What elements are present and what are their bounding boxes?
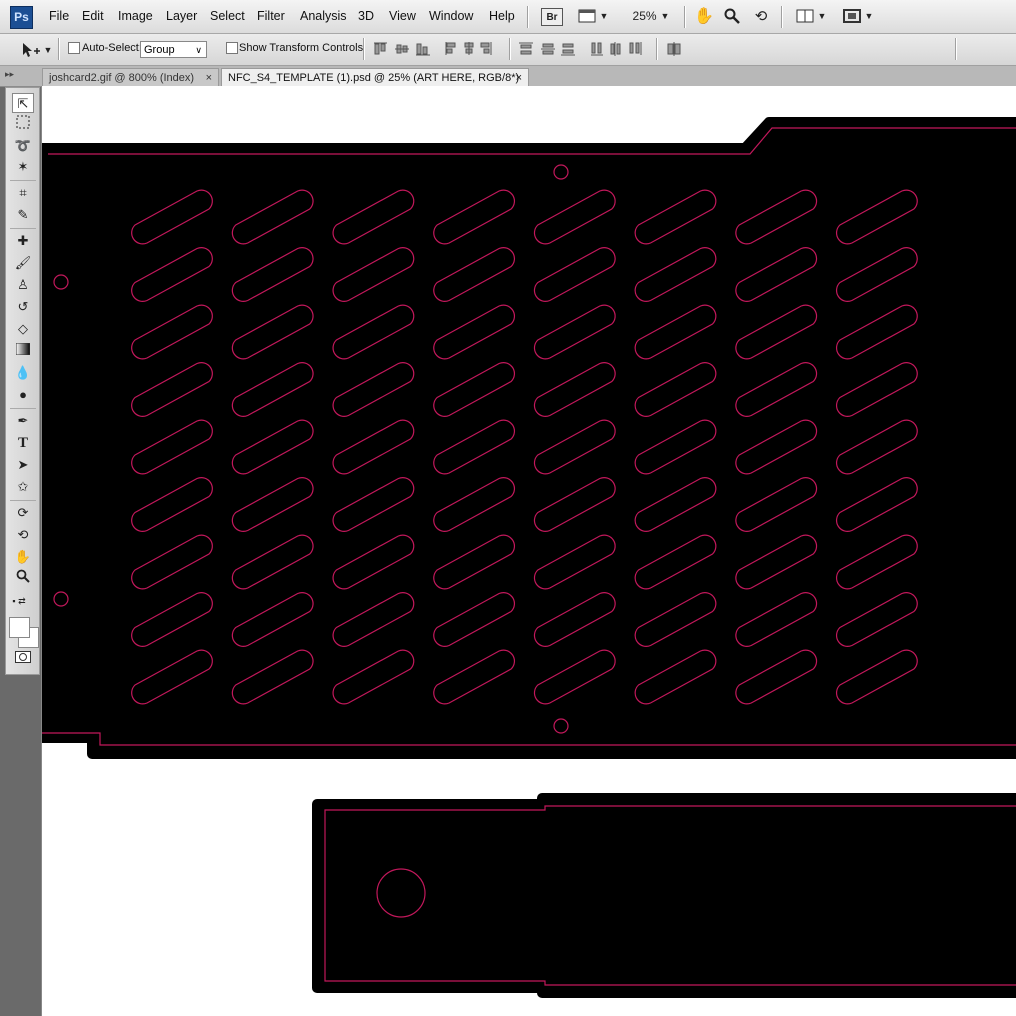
options-bar: ▼ Auto-Select: Group ∨ Show Transform Con… — [0, 34, 1016, 66]
menu-analysis[interactable]: Analysis — [300, 9, 347, 23]
path-selection-tool-icon[interactable]: ➤ — [12, 455, 34, 475]
screen-mode-full-button[interactable]: ▼ — [840, 6, 876, 26]
default-colors-icon[interactable]: ▪ ⇄ — [8, 591, 30, 611]
menu-filter[interactable]: Filter — [257, 9, 285, 23]
eyedropper-tool-icon[interactable]: ✎ — [12, 205, 34, 225]
dodge-tool-icon[interactable]: ● — [12, 385, 34, 405]
crop-tool-icon[interactable]: ⌗ — [12, 183, 34, 203]
brush-tool-icon[interactable]: 🖌 — [12, 253, 34, 273]
menu-3d[interactable]: 3D — [358, 9, 374, 23]
menu-view[interactable]: View — [389, 9, 416, 23]
bridge-button[interactable]: Br — [541, 8, 563, 26]
menu-bar: Ps File Edit Image Layer Select Filter A… — [0, 0, 1016, 34]
auto-align-layers-icon[interactable] — [666, 41, 684, 57]
tab-nfc-s4-template[interactable]: NFC_S4_TEMPLATE (1).psd @ 25% (ART HERE,… — [221, 68, 529, 86]
arrange-documents-icon — [796, 9, 814, 23]
document-tab-bar: joshcard2.gif @ 800% (Index) × NFC_S4_TEM… — [0, 66, 1016, 87]
tab-label: joshcard2.gif @ 800% (Index) — [49, 72, 195, 84]
foreground-color-swatch[interactable] — [9, 617, 30, 638]
zoom-level: 25% — [632, 9, 657, 23]
nfc-template-artwork — [42, 117, 1016, 998]
zoom-tool-icon[interactable] — [722, 6, 742, 26]
gradient-tool-icon[interactable] — [12, 341, 34, 361]
align-buttons-group[interactable] — [373, 41, 493, 57]
shape-tool-icon[interactable]: ✩ — [12, 477, 34, 497]
clone-stamp-tool-icon[interactable]: ♙ — [12, 275, 34, 295]
blur-tool-icon[interactable]: 💧 — [12, 363, 34, 383]
auto-select-dropdown[interactable]: Group ∨ — [140, 41, 207, 58]
hand-tool-icon[interactable]: ✋ — [694, 6, 714, 26]
document-window-icon — [578, 9, 596, 23]
tab-label: NFC_S4_TEMPLATE (1).psd @ 25% (ART HERE,… — [228, 72, 520, 84]
3d-rotate-tool-icon[interactable]: ⟳ — [12, 503, 34, 523]
lasso-tool-icon[interactable]: ➰ — [12, 136, 34, 156]
options-separator — [58, 38, 60, 60]
hand-tool-icon[interactable]: ✋ — [12, 547, 34, 567]
menu-edit[interactable]: Edit — [82, 9, 104, 23]
menu-help[interactable]: Help — [489, 9, 515, 23]
auto-select-checkbox[interactable] — [68, 42, 80, 54]
photoshop-logo: Ps — [10, 6, 33, 29]
options-separator — [955, 38, 957, 60]
tool-separator — [10, 500, 36, 501]
close-icon[interactable]: × — [516, 69, 522, 87]
show-transform-label: Show Transform Controls — [239, 42, 364, 54]
collapse-panel-icon[interactable]: ▸▸ — [5, 69, 14, 80]
distribute-buttons-group[interactable] — [519, 41, 649, 57]
healing-brush-tool-icon[interactable]: ✚ — [12, 231, 34, 251]
tool-separator — [10, 408, 36, 409]
move-tool-icon — [22, 43, 40, 57]
auto-select-label: Auto-Select: — [82, 42, 142, 54]
screen-mode-icon — [842, 9, 861, 23]
eraser-tool-icon[interactable]: ◇ — [12, 319, 34, 339]
menu-separator — [684, 6, 686, 28]
move-tool-icon[interactable]: ⇱ — [12, 93, 34, 113]
zoom-tool-icon[interactable] — [12, 569, 34, 589]
quick-mask-icon[interactable] — [12, 649, 34, 669]
3d-orbit-tool-icon[interactable]: ⟲ — [12, 525, 34, 545]
tools-panel: ⇱ ➰ ✶ ⌗ ✎ ✚ 🖌 ♙ ↺ ◇ 💧 ● ✒ T ➤ ✩ ⟳ ⟲ ✋ ▪ … — [5, 87, 40, 675]
menu-separator — [527, 6, 529, 28]
menu-file[interactable]: File — [49, 9, 69, 23]
menu-image[interactable]: Image — [118, 9, 153, 23]
tool-separator — [10, 228, 36, 229]
pen-tool-icon[interactable]: ✒ — [12, 411, 34, 431]
tool-separator — [10, 180, 36, 181]
rotate-view-icon[interactable]: ⟲ — [751, 6, 771, 26]
document-canvas[interactable] — [41, 86, 1016, 1016]
screen-mode-button[interactable]: ▼ — [576, 6, 610, 26]
history-brush-tool-icon[interactable]: ↺ — [12, 297, 34, 317]
menu-layer[interactable]: Layer — [166, 9, 197, 23]
tool-preset-picker[interactable]: ▼ — [18, 40, 54, 60]
lower-strap-outline — [312, 793, 1016, 998]
menu-separator — [781, 6, 783, 28]
options-separator — [656, 38, 658, 60]
arrange-documents-button[interactable]: ▼ — [793, 6, 829, 26]
menu-window[interactable]: Window — [429, 9, 473, 23]
close-icon[interactable]: × — [206, 69, 212, 87]
type-tool-icon[interactable]: T — [12, 433, 34, 453]
auto-select-value: Group — [144, 44, 175, 56]
menu-select[interactable]: Select — [210, 9, 245, 23]
options-separator — [509, 38, 511, 60]
show-transform-checkbox[interactable] — [226, 42, 238, 54]
marquee-tool-icon[interactable] — [12, 115, 34, 135]
zoom-level-dropdown[interactable]: 25% ▼ — [628, 6, 674, 26]
options-separator — [363, 38, 365, 60]
tab-joshcard2[interactable]: joshcard2.gif @ 800% (Index) × — [42, 68, 219, 86]
magic-wand-tool-icon[interactable]: ✶ — [12, 157, 34, 177]
